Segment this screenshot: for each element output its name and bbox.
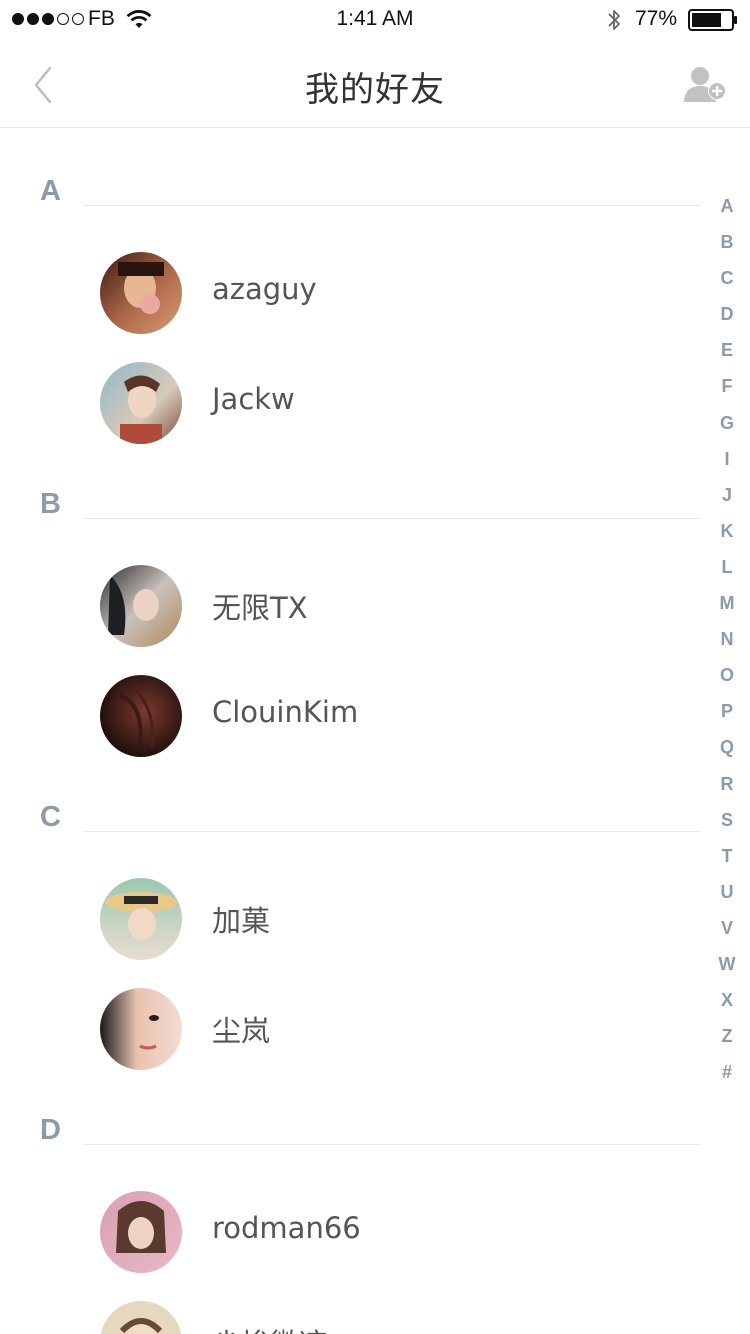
index-letter[interactable]: Q: [710, 729, 744, 765]
section-divider: [84, 831, 700, 832]
status-bar: FB 1:41 AM 77%: [0, 0, 750, 40]
index-letter[interactable]: O: [710, 657, 744, 693]
index-letter[interactable]: K: [710, 513, 744, 549]
index-letter[interactable]: U: [710, 874, 744, 910]
section-c: C 加菓 尘岚: [0, 801, 700, 1091]
index-letter[interactable]: P: [710, 693, 744, 729]
friend-name: azaguy: [212, 272, 317, 306]
index-letter[interactable]: X: [710, 982, 744, 1018]
add-user-icon[interactable]: [682, 64, 728, 104]
friend-row[interactable]: 加菓: [0, 868, 700, 968]
index-letter[interactable]: B: [710, 224, 744, 260]
index-letter[interactable]: G: [710, 405, 744, 441]
section-header-letter: C: [40, 801, 61, 833]
section-header-letter: D: [40, 1114, 61, 1146]
navigation-bar: 我的好友: [0, 40, 750, 128]
index-letter[interactable]: N: [710, 621, 744, 657]
index-letter[interactable]: R: [710, 766, 744, 802]
friend-name: Jackw: [212, 382, 295, 416]
friend-name: ClouinKim: [212, 695, 359, 729]
battery-icon: [688, 9, 737, 31]
friend-row[interactable]: 尘岚: [0, 978, 700, 1078]
avatar: [100, 675, 182, 757]
index-letter[interactable]: A: [710, 188, 744, 224]
friend-row[interactable]: ClouinKim: [0, 665, 700, 765]
index-letter[interactable]: Z: [710, 1018, 744, 1054]
friend-row[interactable]: 尘埃微凉: [0, 1291, 700, 1334]
index-letter[interactable]: I: [710, 441, 744, 477]
section-b: B 无限TX ClouinKim: [0, 488, 700, 778]
index-letter[interactable]: F: [710, 368, 744, 404]
friend-name: 尘埃微凉: [212, 1321, 328, 1334]
page-title: 我的好友: [305, 70, 445, 110]
index-letter[interactable]: J: [710, 477, 744, 513]
friend-row[interactable]: Jackw: [0, 352, 700, 452]
index-letter[interactable]: M: [710, 585, 744, 621]
battery-percentage: 77%: [635, 7, 678, 30]
index-letter[interactable]: #: [710, 1054, 744, 1090]
alphabet-index-bar[interactable]: A B C D E F G I J K L M N O P Q R S T U V W X Z #: [710, 188, 744, 1090]
avatar: [100, 878, 182, 960]
section-a: A azaguy Jackw: [0, 175, 700, 465]
friend-name: 尘岚: [212, 1014, 271, 1048]
friend-row[interactable]: azaguy: [0, 242, 700, 342]
index-letter[interactable]: E: [710, 332, 744, 368]
friend-row[interactable]: 无限TX: [0, 555, 700, 655]
friend-row[interactable]: rodman66: [0, 1181, 700, 1281]
section-divider: [84, 205, 700, 206]
friend-name: 加菓: [212, 904, 271, 938]
bluetooth-icon: [608, 10, 620, 30]
friend-name: rodman66: [212, 1211, 361, 1245]
index-letter[interactable]: V: [710, 910, 744, 946]
index-letter[interactable]: D: [710, 296, 744, 332]
index-letter[interactable]: T: [710, 838, 744, 874]
avatar: [100, 1191, 182, 1273]
avatar: [100, 1301, 182, 1334]
section-d: D rodman66 尘埃微凉: [0, 1114, 700, 1334]
index-letter[interactable]: L: [710, 549, 744, 585]
avatar: [100, 362, 182, 444]
avatar: [100, 565, 182, 647]
index-letter[interactable]: W: [710, 946, 744, 982]
index-letter[interactable]: S: [710, 802, 744, 838]
section-divider: [84, 1144, 700, 1145]
avatar: [100, 252, 182, 334]
section-divider: [84, 518, 700, 519]
section-header-letter: B: [40, 488, 61, 520]
section-header-letter: A: [40, 175, 61, 207]
avatar: [100, 988, 182, 1070]
index-letter[interactable]: C: [710, 260, 744, 296]
friend-name: 无限TX: [212, 591, 308, 625]
